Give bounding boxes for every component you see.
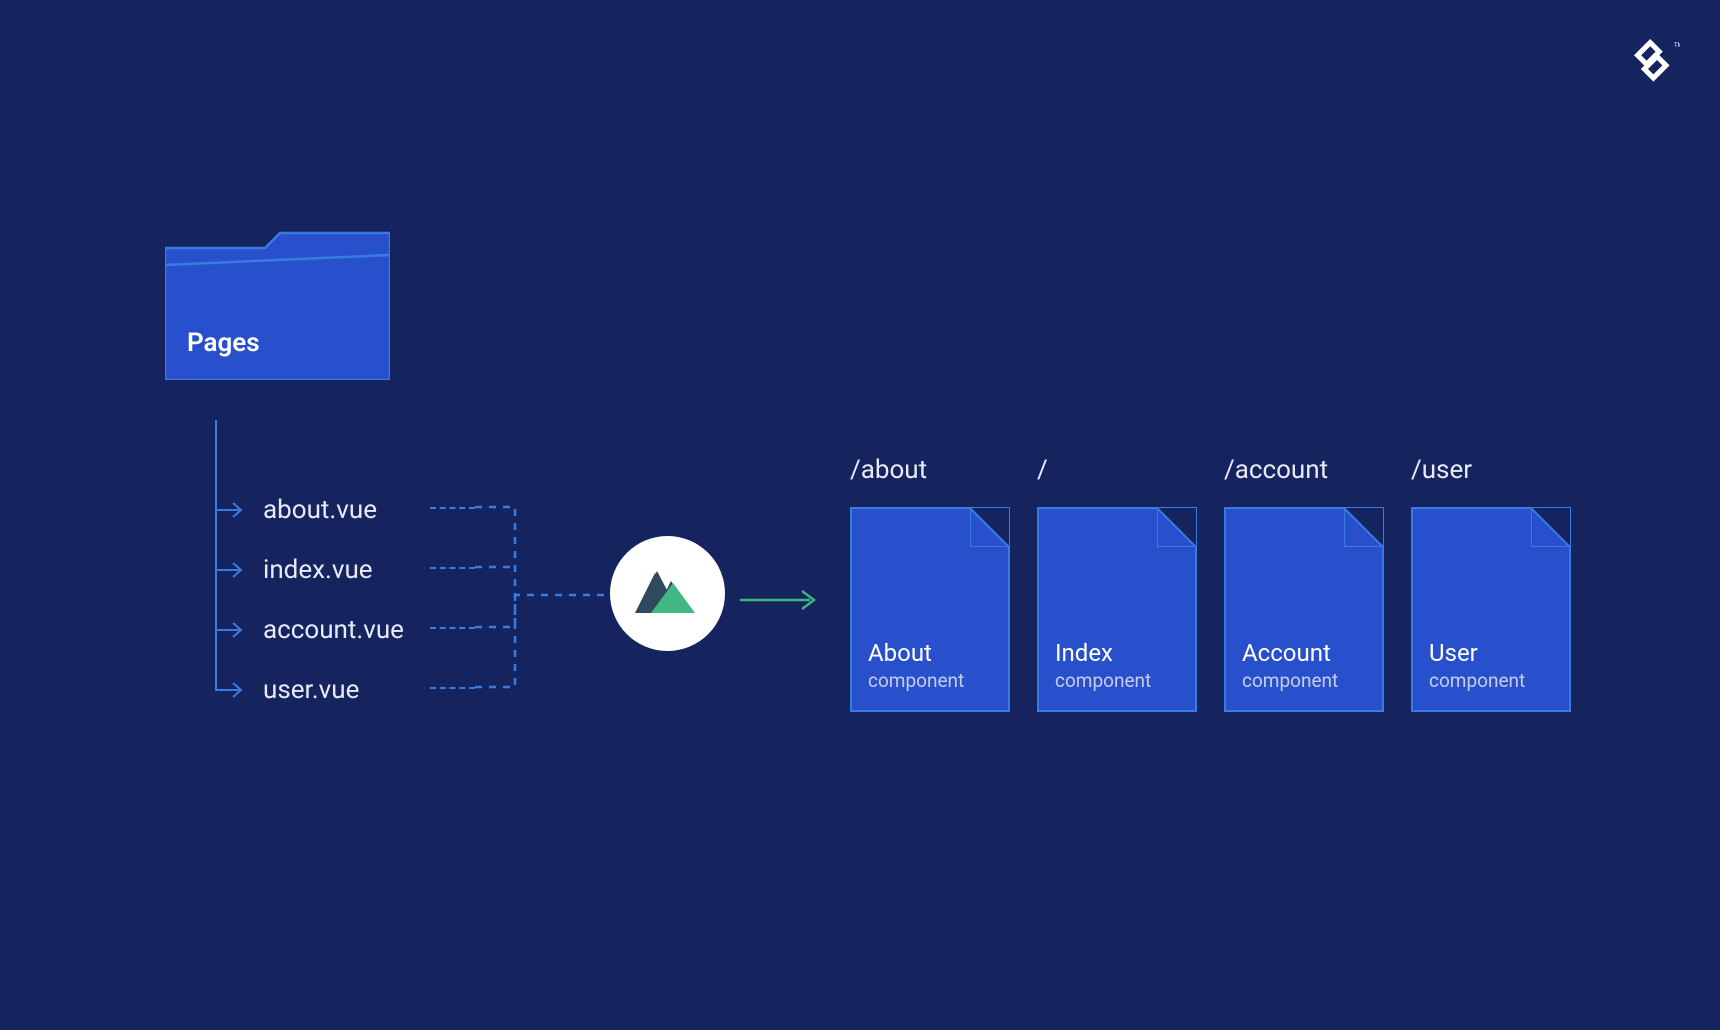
route-label: /user [1411, 455, 1571, 485]
dashed-collector [475, 460, 515, 730]
component-card: Account component [1224, 507, 1384, 712]
dashed-connector [430, 627, 475, 629]
component-card: Index component [1037, 507, 1197, 712]
component-account: /account Account component [1224, 455, 1384, 712]
component-sub: component [1055, 669, 1179, 692]
tree-arrow-icon [215, 560, 247, 580]
component-title: About [868, 639, 992, 667]
tree-arrow-icon [215, 500, 247, 520]
file-name: account.vue [263, 615, 404, 645]
dogear-icon [1344, 508, 1383, 547]
route-label: /about [850, 455, 1010, 485]
component-title: Index [1055, 639, 1179, 667]
dashed-connector [430, 567, 475, 569]
file-name: index.vue [263, 555, 373, 585]
tree-arrow-icon [215, 680, 247, 700]
component-title: Account [1242, 639, 1366, 667]
dashed-connector [430, 687, 475, 689]
route-label: / [1037, 455, 1197, 485]
dogear-icon [1157, 508, 1196, 547]
flow-arrow-icon [740, 588, 825, 612]
file-item-index: index.vue [215, 555, 373, 585]
component-sub: component [1242, 669, 1366, 692]
component-title: User [1429, 639, 1553, 667]
toptal-logo: TM [1630, 35, 1680, 95]
component-index: / Index component [1037, 455, 1197, 712]
component-about: /about About component [850, 455, 1010, 712]
file-item-account: account.vue [215, 615, 404, 645]
component-user: /user User component [1411, 455, 1571, 712]
components-row: /about About component / Index component [850, 455, 1571, 712]
tree-arrow-icon [215, 620, 247, 640]
dogear-icon [1531, 508, 1570, 547]
pages-folder: Pages [165, 230, 390, 380]
folder-label: Pages [187, 328, 260, 358]
file-item-user: user.vue [215, 675, 359, 705]
component-sub: component [868, 669, 992, 692]
dogear-icon [970, 508, 1009, 547]
file-name: about.vue [263, 495, 377, 525]
file-name: user.vue [263, 675, 359, 705]
dashed-connector [430, 507, 475, 509]
component-card: User component [1411, 507, 1571, 712]
component-sub: component [1429, 669, 1553, 692]
svg-text:TM: TM [1674, 43, 1680, 49]
nuxt-logo [610, 536, 725, 651]
route-label: /account [1224, 455, 1384, 485]
component-card: About component [850, 507, 1010, 712]
file-item-about: about.vue [215, 495, 377, 525]
